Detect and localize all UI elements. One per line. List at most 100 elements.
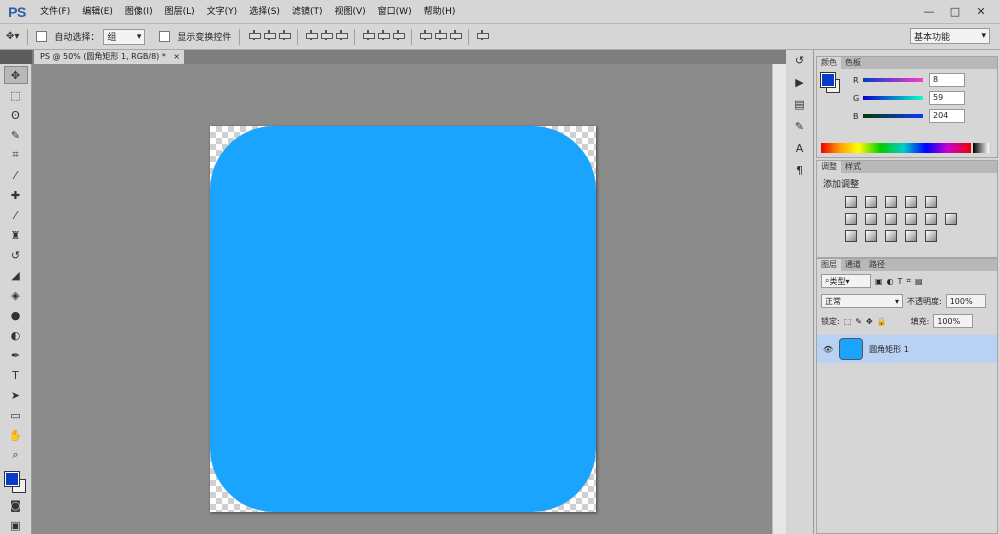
screen-mode-icon[interactable]: ▣ <box>4 516 28 534</box>
color-balance-icon[interactable] <box>865 213 877 225</box>
eye-icon[interactable]: 👁 <box>823 345 833 354</box>
layer-filter-dropdown[interactable]: ⌕ 类型 ▾ <box>821 274 871 288</box>
tab-swatches[interactable]: 色板 <box>841 57 865 69</box>
foreground-color-swatch[interactable] <box>3 471 20 487</box>
g-value[interactable]: 59 <box>929 91 965 105</box>
vibrance-icon[interactable] <box>925 196 937 208</box>
opacity-field[interactable]: 100% <box>945 294 986 308</box>
tab-channels[interactable]: 通道 <box>841 259 865 271</box>
lasso-tool-icon[interactable]: ʘ <box>4 106 28 124</box>
invert-icon[interactable] <box>845 230 857 242</box>
brush-presets-icon[interactable]: ✎ <box>790 120 810 138</box>
black-white-icon[interactable] <box>885 213 897 225</box>
canvas-area[interactable] <box>32 64 772 534</box>
b-value[interactable]: 204 <box>929 109 965 123</box>
auto-align-icon[interactable] <box>476 29 490 41</box>
menu-select[interactable]: 选择(S) <box>243 0 286 24</box>
hue-saturation-icon[interactable] <box>845 213 857 225</box>
photo-filter-icon[interactable] <box>905 213 917 225</box>
eyedropper-tool-icon[interactable]: ⁄ <box>4 166 28 184</box>
g-slider[interactable] <box>863 96 923 100</box>
menu-layer[interactable]: 图层(L) <box>159 0 201 24</box>
align-right-icon[interactable] <box>335 29 349 41</box>
lock-pixels-icon[interactable]: ✎ <box>855 317 862 326</box>
clone-stamp-tool-icon[interactable]: ♜ <box>4 226 28 244</box>
distribute-left-icon[interactable] <box>419 29 433 41</box>
menu-view[interactable]: 视图(V) <box>328 0 371 24</box>
color-lookup-icon[interactable] <box>945 213 957 225</box>
workspace-dropdown[interactable]: 基本功能 ▾ <box>910 28 990 44</box>
type-tool-icon[interactable]: T <box>4 366 28 384</box>
tab-color[interactable]: 颜色 <box>817 57 841 69</box>
character-icon[interactable]: A <box>790 142 810 160</box>
zoom-tool-icon[interactable]: ⌕ <box>4 446 28 464</box>
eraser-tool-icon[interactable]: ◢ <box>4 266 28 284</box>
r-slider[interactable] <box>863 78 923 82</box>
menu-type[interactable]: 文字(Y) <box>201 0 244 24</box>
levels-icon[interactable] <box>865 196 877 208</box>
distribute-right-icon[interactable] <box>449 29 463 41</box>
move-icon[interactable]: ✥▾ <box>6 31 19 42</box>
actions-play-icon[interactable]: ▶ <box>790 76 810 94</box>
path-select-tool-icon[interactable]: ➤ <box>4 386 28 404</box>
lock-position-icon[interactable]: ✥ <box>866 317 873 326</box>
color-swatches[interactable] <box>3 470 29 494</box>
blur-tool-icon[interactable]: ● <box>4 306 28 324</box>
align-bottom-icon[interactable] <box>278 29 292 41</box>
brush-tool-icon[interactable]: ⁄ <box>4 206 28 224</box>
menu-filter[interactable]: 滤镜(T) <box>286 0 329 24</box>
menu-edit[interactable]: 编辑(E) <box>76 0 119 24</box>
tab-layers[interactable]: 图层 <box>817 259 841 271</box>
menu-window[interactable]: 窗口(W) <box>372 0 418 24</box>
panel-foreground-color[interactable] <box>820 72 836 88</box>
bw-ramp[interactable] <box>973 143 989 153</box>
distribute-bottom-icon[interactable] <box>392 29 406 41</box>
quick-mask-icon[interactable]: ◙ <box>4 496 28 514</box>
rounded-rectangle-shape[interactable] <box>210 126 596 512</box>
filter-pixel-icon[interactable]: ▣ <box>875 277 883 286</box>
tab-paths[interactable]: 路径 <box>865 259 889 271</box>
auto-select-checkbox[interactable] <box>36 31 48 42</box>
vertical-scrollbar[interactable] <box>772 64 786 534</box>
align-hcenter-icon[interactable] <box>320 29 334 41</box>
rectangle-tool-icon[interactable]: ▭ <box>4 406 28 424</box>
document-canvas[interactable] <box>210 126 596 512</box>
filter-type-icon[interactable]: T <box>898 277 903 286</box>
lock-all-icon[interactable]: 🔒 <box>877 317 887 326</box>
threshold-icon[interactable] <box>885 230 897 242</box>
align-top-icon[interactable] <box>248 29 262 41</box>
filter-shape-icon[interactable]: ⌗ <box>906 276 911 286</box>
history-brush-tool-icon[interactable]: ↺ <box>4 246 28 264</box>
distribute-vcenter-icon[interactable] <box>377 29 391 41</box>
tab-styles[interactable]: 样式 <box>841 161 865 173</box>
distribute-hcenter-icon[interactable] <box>434 29 448 41</box>
gradient-map-icon[interactable] <box>925 230 937 242</box>
align-left-icon[interactable] <box>305 29 319 41</box>
lock-transparent-icon[interactable]: ⬚ <box>844 317 852 326</box>
quick-select-tool-icon[interactable]: ✎ <box>4 126 28 144</box>
tab-adjustments[interactable]: 调整 <box>817 161 841 173</box>
distribute-top-icon[interactable] <box>362 29 376 41</box>
crop-tool-icon[interactable]: ⌗ <box>4 146 28 164</box>
healing-brush-tool-icon[interactable]: ✚ <box>4 186 28 204</box>
brightness-icon[interactable] <box>845 196 857 208</box>
menu-file[interactable]: 文件(F) <box>34 0 76 24</box>
r-value[interactable]: 8 <box>929 73 965 87</box>
filter-smart-icon[interactable]: ▤ <box>915 277 923 286</box>
blend-mode-dropdown[interactable]: 正常 ▾ <box>821 294 903 308</box>
layer-name[interactable]: 圆角矩形 1 <box>869 344 909 355</box>
hand-tool-icon[interactable]: ✋ <box>4 426 28 444</box>
paragraph-icon[interactable]: ¶ <box>790 164 810 182</box>
channel-mixer-icon[interactable] <box>925 213 937 225</box>
transform-controls-checkbox[interactable] <box>159 31 171 42</box>
paint-bucket-tool-icon[interactable]: ◈ <box>4 286 28 304</box>
posterize-icon[interactable] <box>865 230 877 242</box>
selective-color-icon[interactable] <box>905 230 917 242</box>
layer-row[interactable]: 👁 圆角矩形 1 <box>817 335 997 363</box>
align-vcenter-icon[interactable] <box>263 29 277 41</box>
auto-select-dropdown[interactable]: 组 ▾ <box>103 28 146 45</box>
document-tab[interactable]: PS @ 50% (圆角矩形 1, RGB/8) * × <box>34 50 184 64</box>
close-tab-icon[interactable]: × <box>173 50 180 64</box>
maximize-button[interactable]: □ <box>946 5 964 18</box>
exposure-icon[interactable] <box>905 196 917 208</box>
